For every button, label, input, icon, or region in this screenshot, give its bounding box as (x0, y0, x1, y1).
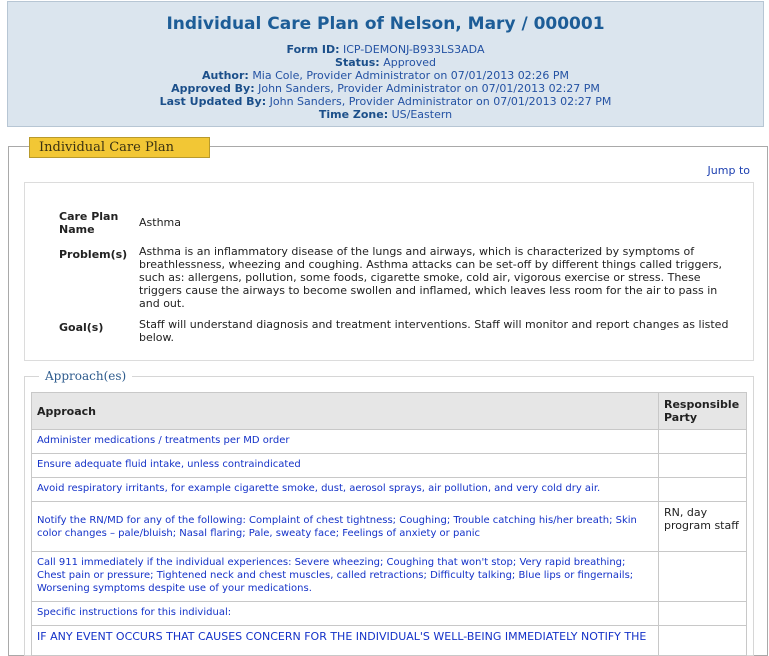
col-approach: Approach (31, 392, 659, 430)
approach-cell: Administer medications / treatments per … (31, 429, 659, 454)
table-row: Avoid respiratory irritants, for example… (31, 477, 747, 502)
col-responsible-party: Responsible Party (658, 392, 747, 430)
form-metadata: Form ID: ICP-DEMONJ-B933LS3ADA Status: A… (8, 43, 763, 121)
section-tab: Individual Care Plan (29, 137, 210, 158)
table-row: Ensure adequate fluid intake, unless con… (31, 453, 747, 478)
author-label: Author: (201, 69, 249, 82)
status-line: Status: Approved (8, 56, 763, 69)
jump-to-link[interactable]: Jump to (708, 164, 750, 177)
author-value: Mia Cole, Provider Administrator on 07/0… (252, 69, 570, 82)
table-row: Notify the RN/MD for any of the followin… (31, 501, 747, 552)
time-zone-line: Time Zone: US/Eastern (8, 108, 763, 121)
responsible-cell: RN, day program staff (658, 501, 747, 552)
table-row: Administer medications / treatments per … (31, 429, 747, 454)
time-zone-value: US/Eastern (391, 108, 453, 121)
status-label: Status: (335, 56, 380, 69)
approach-cell: IF ANY EVENT OCCURS THAT CAUSES CONCERN … (31, 625, 659, 656)
approach-cell: Specific instructions for this individua… (31, 601, 659, 626)
table-row: Call 911 immediately if the individual e… (31, 551, 747, 602)
approach-cell: Avoid respiratory irritants, for example… (31, 477, 659, 502)
approaches-legend: Approach(es) (39, 369, 133, 383)
approach-cell: Call 911 immediately if the individual e… (31, 551, 659, 602)
page-title: Individual Care Plan of Nelson, Mary / 0… (166, 14, 605, 34)
form-id-value: ICP-DEMONJ-B933LS3ADA (342, 43, 485, 56)
form-id-line: Form ID: ICP-DEMONJ-B933LS3ADA (8, 43, 763, 56)
approach-cell: Notify the RN/MD for any of the followin… (31, 501, 659, 552)
approved-by-line: Approved By: John Sanders, Provider Admi… (8, 82, 763, 95)
form-header: Individual Care Plan of Nelson, Mary / 0… (7, 1, 764, 127)
approved-by-label: Approved By: (171, 82, 255, 95)
care-plan-name-value: Asthma (139, 216, 181, 229)
care-plan-name-label: Care Plan Name (59, 210, 119, 236)
responsible-cell (658, 477, 747, 502)
approaches-table: Approach Responsible Party Administer me… (31, 392, 747, 656)
responsible-cell (658, 551, 747, 602)
status-value: Approved (383, 56, 436, 69)
responsible-cell (658, 601, 747, 626)
approach-cell: Ensure adequate fluid intake, unless con… (31, 453, 659, 478)
table-header-row: Approach Responsible Party (31, 392, 747, 430)
responsible-cell (658, 625, 747, 656)
care-plan-info: Care Plan Name Asthma Problem(s) Asthma … (24, 182, 754, 361)
approved-by-value: John Sanders, Provider Administrator on … (258, 82, 600, 95)
problems-label: Problem(s) (59, 248, 128, 261)
responsible-cell (658, 453, 747, 478)
last-updated-label: Last Updated By: (159, 95, 267, 108)
author-line: Author: Mia Cole, Provider Administrator… (8, 69, 763, 82)
last-updated-value: John Sanders, Provider Administrator on … (269, 95, 612, 108)
goals-value: Staff will understand diagnosis and trea… (139, 318, 729, 344)
problems-value: Asthma is an inflammatory disease of the… (139, 245, 723, 310)
table-row: IF ANY EVENT OCCURS THAT CAUSES CONCERN … (31, 625, 747, 656)
last-updated-line: Last Updated By: John Sanders, Provider … (8, 95, 763, 108)
responsible-cell (658, 429, 747, 454)
time-zone-label: Time Zone: (318, 108, 389, 121)
table-row: Specific instructions for this individua… (31, 601, 747, 626)
form-id-label: Form ID: (286, 43, 340, 56)
goals-label: Goal(s) (59, 321, 104, 334)
